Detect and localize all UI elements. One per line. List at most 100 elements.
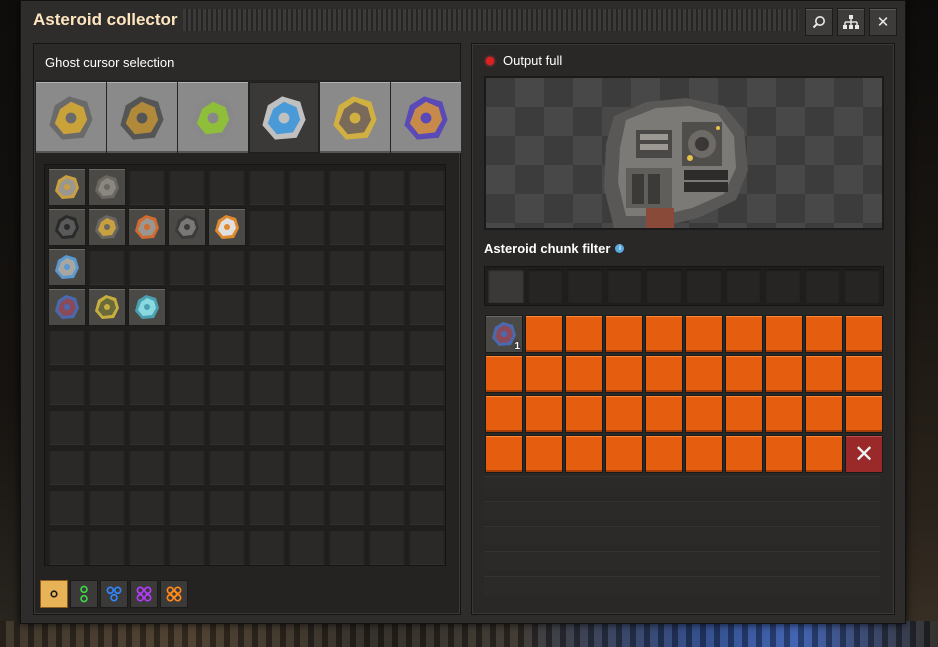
filter-slot[interactable] [844, 269, 880, 303]
item-slot-rocket[interactable] [209, 209, 245, 245]
locked-inventory-slot[interactable] [646, 316, 682, 352]
locked-inventory-slot[interactable] [766, 396, 802, 432]
locked-inventory-slot[interactable] [806, 436, 842, 472]
empty-slot [249, 409, 285, 445]
drag-handle[interactable] [183, 9, 799, 31]
locked-inventory-slot[interactable] [726, 436, 762, 472]
quality-normal-button[interactable] [40, 580, 68, 608]
space-platform-foundation-icon [55, 215, 79, 239]
locked-inventory-slot[interactable] [606, 316, 642, 352]
close-icon: ✕ [853, 440, 875, 468]
tab-combat[interactable] [320, 82, 390, 153]
empty-slot [409, 409, 445, 445]
locked-inventory-slot[interactable] [806, 316, 842, 352]
close-button[interactable]: ✕ [869, 8, 897, 36]
empty-slot [289, 289, 325, 325]
item-slot-oxide-asteroid-chunk[interactable] [129, 289, 165, 325]
empty-slot [329, 329, 365, 365]
filter-slot[interactable] [804, 269, 841, 303]
tab-production[interactable] [107, 82, 177, 153]
locked-inventory-slot[interactable] [726, 316, 762, 352]
filter-slot[interactable] [606, 269, 643, 303]
filter-slot[interactable] [765, 269, 801, 303]
empty-slot [409, 209, 445, 245]
empty-slot [369, 489, 405, 525]
production-icon [120, 95, 164, 140]
locked-inventory-slot[interactable] [846, 396, 882, 432]
empty-slot [369, 249, 405, 285]
filter-slot[interactable] [685, 269, 722, 303]
empty-slot [129, 329, 165, 365]
locked-inventory-slot[interactable] [486, 436, 522, 472]
locked-inventory-slot[interactable] [486, 356, 522, 392]
locked-inventory-slot[interactable] [846, 316, 882, 352]
empty-slot [289, 449, 325, 485]
tab-logistics[interactable] [36, 82, 106, 153]
locked-inventory-slot[interactable] [686, 316, 722, 352]
search-button[interactable] [805, 8, 833, 36]
locked-inventory-slot[interactable] [846, 356, 882, 392]
filter-slot[interactable] [488, 269, 524, 303]
tab-intermediate-products[interactable] [178, 82, 248, 153]
quality-epic-button[interactable] [130, 580, 158, 608]
empty-slot [209, 369, 245, 405]
unsorted-icon [404, 95, 448, 140]
quality-rare-button[interactable] [100, 580, 128, 608]
locked-inventory-slot[interactable] [526, 316, 562, 352]
filter-slot[interactable] [527, 269, 564, 303]
item-slot-metallic-asteroid-chunk[interactable] [49, 289, 85, 325]
quality-legendary-button[interactable] [160, 580, 188, 608]
locked-inventory-slot[interactable] [566, 316, 602, 352]
item-slot-space-platform-foundation[interactable] [49, 209, 85, 245]
tab-space-platform[interactable] [249, 82, 319, 153]
empty-slot [89, 449, 125, 485]
locked-inventory-slot[interactable] [566, 436, 602, 472]
item-slot-space-platform-hub[interactable] [169, 209, 205, 245]
filter-slot[interactable] [725, 269, 762, 303]
locked-inventory-slot[interactable] [526, 436, 562, 472]
info-icon[interactable]: i [615, 244, 625, 253]
locked-inventory-slot[interactable] [486, 396, 522, 432]
locked-inventory-slot[interactable] [766, 436, 802, 472]
game-world-background-right [904, 0, 938, 647]
locked-inventory-slot[interactable] [646, 436, 682, 472]
clear-inventory-button[interactable]: ✕ [846, 436, 882, 472]
entity-preview[interactable] [484, 76, 884, 230]
empty-slot [409, 169, 445, 205]
locked-inventory-slot[interactable] [806, 356, 842, 392]
locked-inventory-slot[interactable] [526, 396, 562, 432]
filter-label-text: Asteroid chunk filter [484, 241, 611, 256]
locked-inventory-slot[interactable] [646, 356, 682, 392]
item-slot-asteroid-collector[interactable] [49, 169, 85, 205]
locked-inventory-slot[interactable] [686, 436, 722, 472]
locked-inventory-slot[interactable] [606, 396, 642, 432]
filter-slot[interactable] [567, 269, 603, 303]
item-slot-cargo-bay[interactable] [89, 209, 125, 245]
tab-unsorted[interactable] [391, 82, 461, 153]
locked-inventory-slot[interactable] [726, 356, 762, 392]
tech-tree-button[interactable] [837, 8, 865, 36]
locked-inventory-slot[interactable] [686, 356, 722, 392]
filter-slot[interactable] [646, 269, 682, 303]
locked-inventory-slot[interactable] [606, 356, 642, 392]
locked-inventory-slot[interactable] [686, 396, 722, 432]
inventory-slot-metallic-asteroid-chunk[interactable]: 1 [486, 316, 522, 352]
locked-inventory-slot[interactable] [526, 356, 562, 392]
titlebar[interactable]: Asteroid collector ✕ [21, 1, 905, 39]
locked-inventory-slot[interactable] [566, 356, 602, 392]
empty-slot [249, 449, 285, 485]
item-slot-space-platform-starter-pack[interactable] [49, 249, 85, 285]
item-slot-crusher[interactable] [89, 169, 125, 205]
locked-inventory-slot[interactable] [646, 396, 682, 432]
empty-slot [409, 369, 445, 405]
empty-slot [169, 249, 205, 285]
locked-inventory-slot[interactable] [766, 356, 802, 392]
item-slot-thruster[interactable] [129, 209, 165, 245]
locked-inventory-slot[interactable] [566, 396, 602, 432]
locked-inventory-slot[interactable] [766, 316, 802, 352]
quality-uncommon-button[interactable] [70, 580, 98, 608]
locked-inventory-slot[interactable] [806, 396, 842, 432]
locked-inventory-slot[interactable] [606, 436, 642, 472]
item-slot-carbonic-asteroid-chunk[interactable] [89, 289, 125, 325]
locked-inventory-slot[interactable] [726, 396, 762, 432]
